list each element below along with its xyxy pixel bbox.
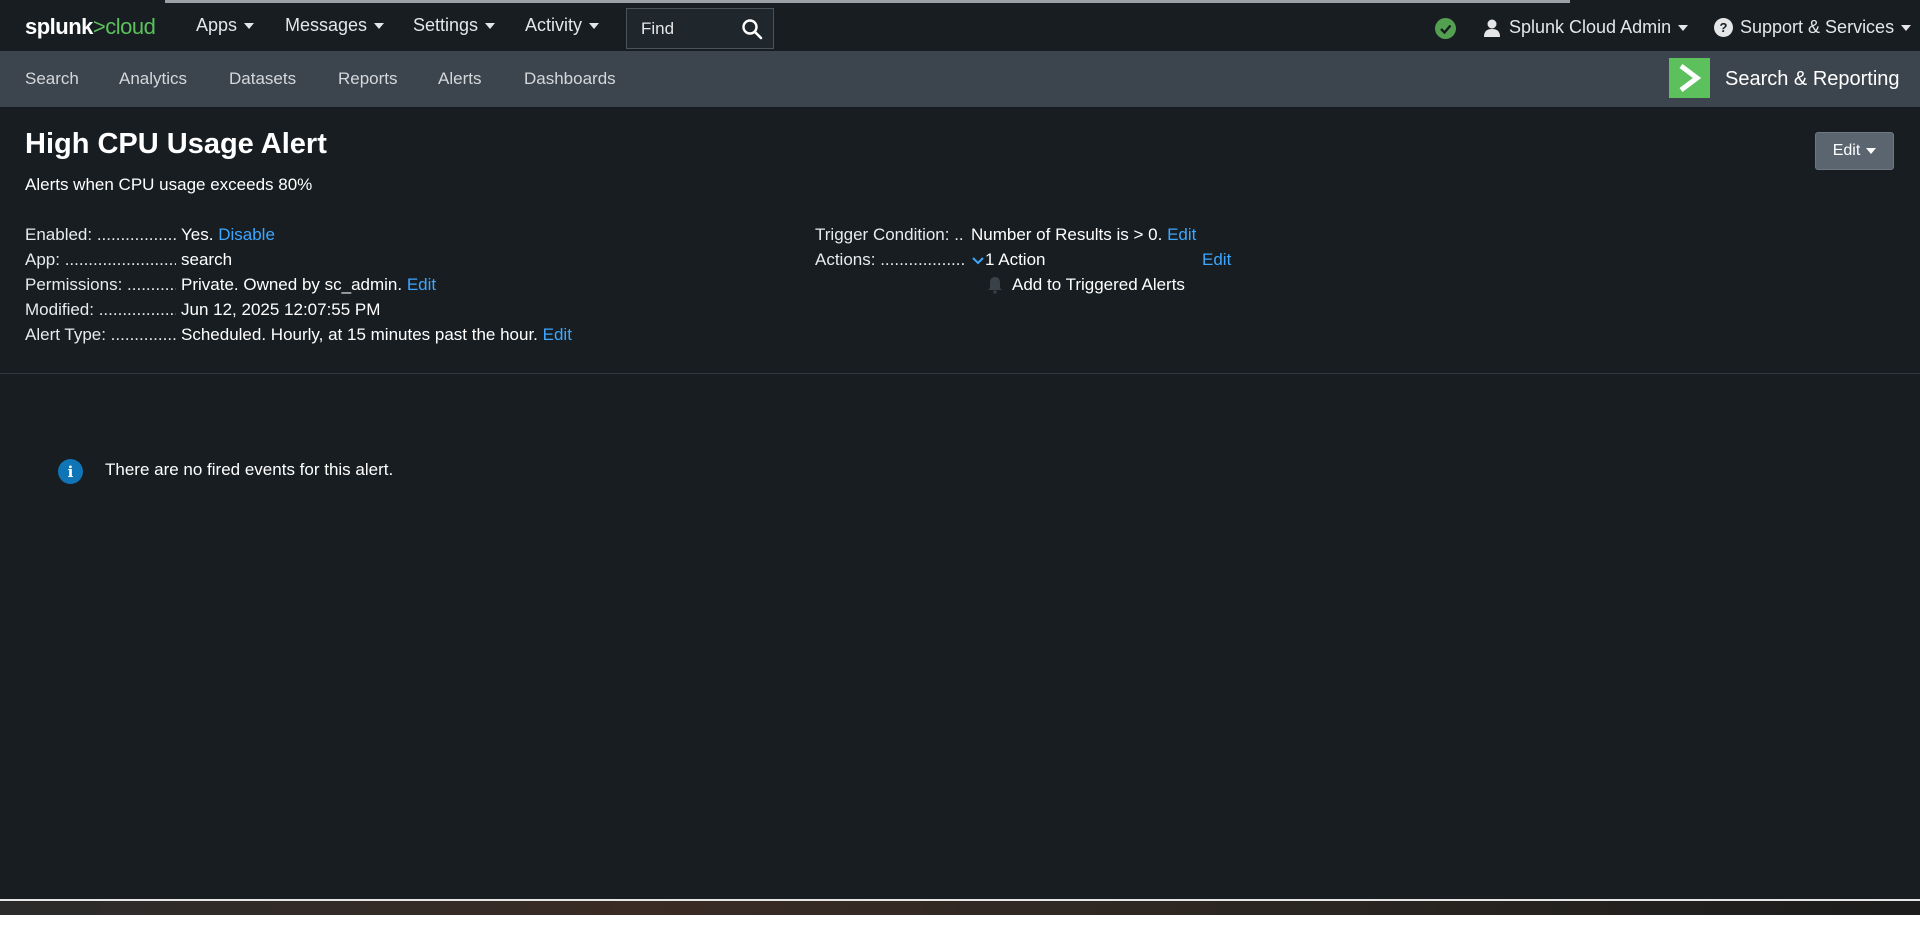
chevron-down-icon xyxy=(244,22,255,29)
nav-analytics[interactable]: Analytics xyxy=(119,51,187,107)
detail-label: Modified: .................... xyxy=(25,300,176,319)
nav-dashboards-label: Dashboards xyxy=(524,69,616,88)
empty-state-message: There are no fired events for this alert… xyxy=(105,460,394,479)
menu-activity[interactable]: Activity xyxy=(525,0,600,51)
nav-alerts[interactable]: Alerts xyxy=(438,51,481,107)
menu-messages[interactable]: Messages xyxy=(285,0,385,51)
nav-search[interactable]: Search xyxy=(25,51,79,107)
bell-icon xyxy=(988,277,1002,294)
nav-datasets[interactable]: Datasets xyxy=(229,51,296,107)
detail-trigger-condition: Trigger Condition: .. Number of Results … xyxy=(815,223,1235,247)
detail-value: Number of Results is > 0. xyxy=(971,225,1163,244)
nav-reports[interactable]: Reports xyxy=(338,51,398,107)
checkmark-icon xyxy=(1440,24,1452,35)
support-menu-label: Support & Services xyxy=(1740,17,1895,37)
detail-value: search xyxy=(181,250,233,269)
trigger-edit-link[interactable]: Edit xyxy=(1167,225,1196,244)
detail-value: Private. Owned by sc_admin. xyxy=(181,275,403,294)
detail-label: Alert Type: ................ xyxy=(25,325,176,344)
menu-messages-label: Messages xyxy=(285,15,368,35)
chevron-down-icon xyxy=(374,22,385,29)
chevron-down-icon xyxy=(1678,24,1689,31)
user-menu-label: Splunk Cloud Admin xyxy=(1509,17,1672,37)
nav-dashboards[interactable]: Dashboards xyxy=(524,51,616,107)
edit-button-label: Edit xyxy=(1832,142,1861,159)
help-icon: ? xyxy=(1714,18,1733,37)
menu-apps[interactable]: Apps xyxy=(196,0,255,51)
chevron-down-icon xyxy=(485,22,496,29)
disable-link[interactable]: Disable xyxy=(218,225,275,244)
alert-type-edit-link[interactable]: Edit xyxy=(543,325,572,344)
nav-search-label: Search xyxy=(25,69,79,88)
app-title[interactable]: Search & Reporting xyxy=(1725,51,1900,107)
action-item: Add to Triggered Alerts xyxy=(985,273,1245,297)
chevron-down-icon xyxy=(972,256,984,264)
detail-enabled: Enabled: ..................... Yes. Disa… xyxy=(25,223,585,247)
detail-label: Enabled: ..................... xyxy=(25,225,176,244)
detail-value: Jun 12, 2025 12:07:55 PM xyxy=(181,300,381,319)
user-menu[interactable]: Splunk Cloud Admin xyxy=(1482,0,1689,55)
chevron-down-icon xyxy=(1901,24,1912,31)
bottom-bar xyxy=(0,901,1920,915)
actions-edit-link[interactable]: Edit xyxy=(1202,248,1231,272)
info-icon: i xyxy=(58,459,83,484)
actions-toggle[interactable]: 1 Action xyxy=(971,248,1046,272)
nav-datasets-label: Datasets xyxy=(229,69,297,88)
nav-reports-label: Reports xyxy=(338,69,398,88)
find-search-box xyxy=(626,8,774,49)
section-divider xyxy=(0,373,1920,374)
detail-permissions: Permissions: ............ Private. Owned… xyxy=(25,273,585,297)
permissions-edit-link[interactable]: Edit xyxy=(407,275,436,294)
nav-analytics-label: Analytics xyxy=(119,69,188,88)
chevron-right-icon xyxy=(1679,64,1702,92)
detail-modified: Modified: .................... Jun 12, 2… xyxy=(25,298,585,322)
page-description: Alerts when CPU usage exceeds 80% xyxy=(25,175,313,194)
menu-activity-label: Activity xyxy=(525,15,583,35)
nav-alerts-label: Alerts xyxy=(438,69,482,88)
health-status-icon[interactable] xyxy=(1435,18,1456,39)
detail-actions: Actions: ..................... 1 Action … xyxy=(815,248,1235,272)
chevron-down-icon xyxy=(589,22,600,29)
chevron-down-icon xyxy=(1866,148,1877,154)
app-logo-icon[interactable] xyxy=(1669,58,1710,98)
detail-label: App: .............................. xyxy=(25,250,176,269)
detail-label: Trigger Condition: .. xyxy=(815,225,964,244)
splunk-cloud-logo[interactable]: splunk>cloud xyxy=(25,14,156,40)
menu-settings[interactable]: Settings xyxy=(413,0,496,51)
logo-text-cloud: cloud xyxy=(105,14,156,39)
support-menu[interactable]: ? Support & Services xyxy=(1714,0,1912,55)
edit-button[interactable]: Edit xyxy=(1815,132,1894,170)
logo-text-splunk: splunk xyxy=(25,14,93,39)
detail-app: App: .............................. sear… xyxy=(25,248,585,272)
detail-label: Actions: ..................... xyxy=(815,250,966,269)
action-item-label: Add to Triggered Alerts xyxy=(1012,275,1185,294)
detail-value: Yes. xyxy=(181,225,214,244)
user-icon xyxy=(1484,19,1500,37)
menu-apps-label: Apps xyxy=(196,15,238,35)
page-title: High CPU Usage Alert xyxy=(25,128,327,160)
detail-alert-type: Alert Type: ................ Scheduled. … xyxy=(25,323,585,347)
detail-value: Scheduled. Hourly, at 15 minutes past th… xyxy=(181,325,538,344)
detail-label: Permissions: ............ xyxy=(25,275,176,294)
bottom-strip xyxy=(0,901,1920,952)
detail-value: 1 Action xyxy=(985,250,1046,269)
search-icon[interactable] xyxy=(741,18,763,40)
menu-settings-label: Settings xyxy=(413,15,479,35)
logo-text-separator: > xyxy=(92,14,106,39)
find-input[interactable] xyxy=(639,16,739,42)
